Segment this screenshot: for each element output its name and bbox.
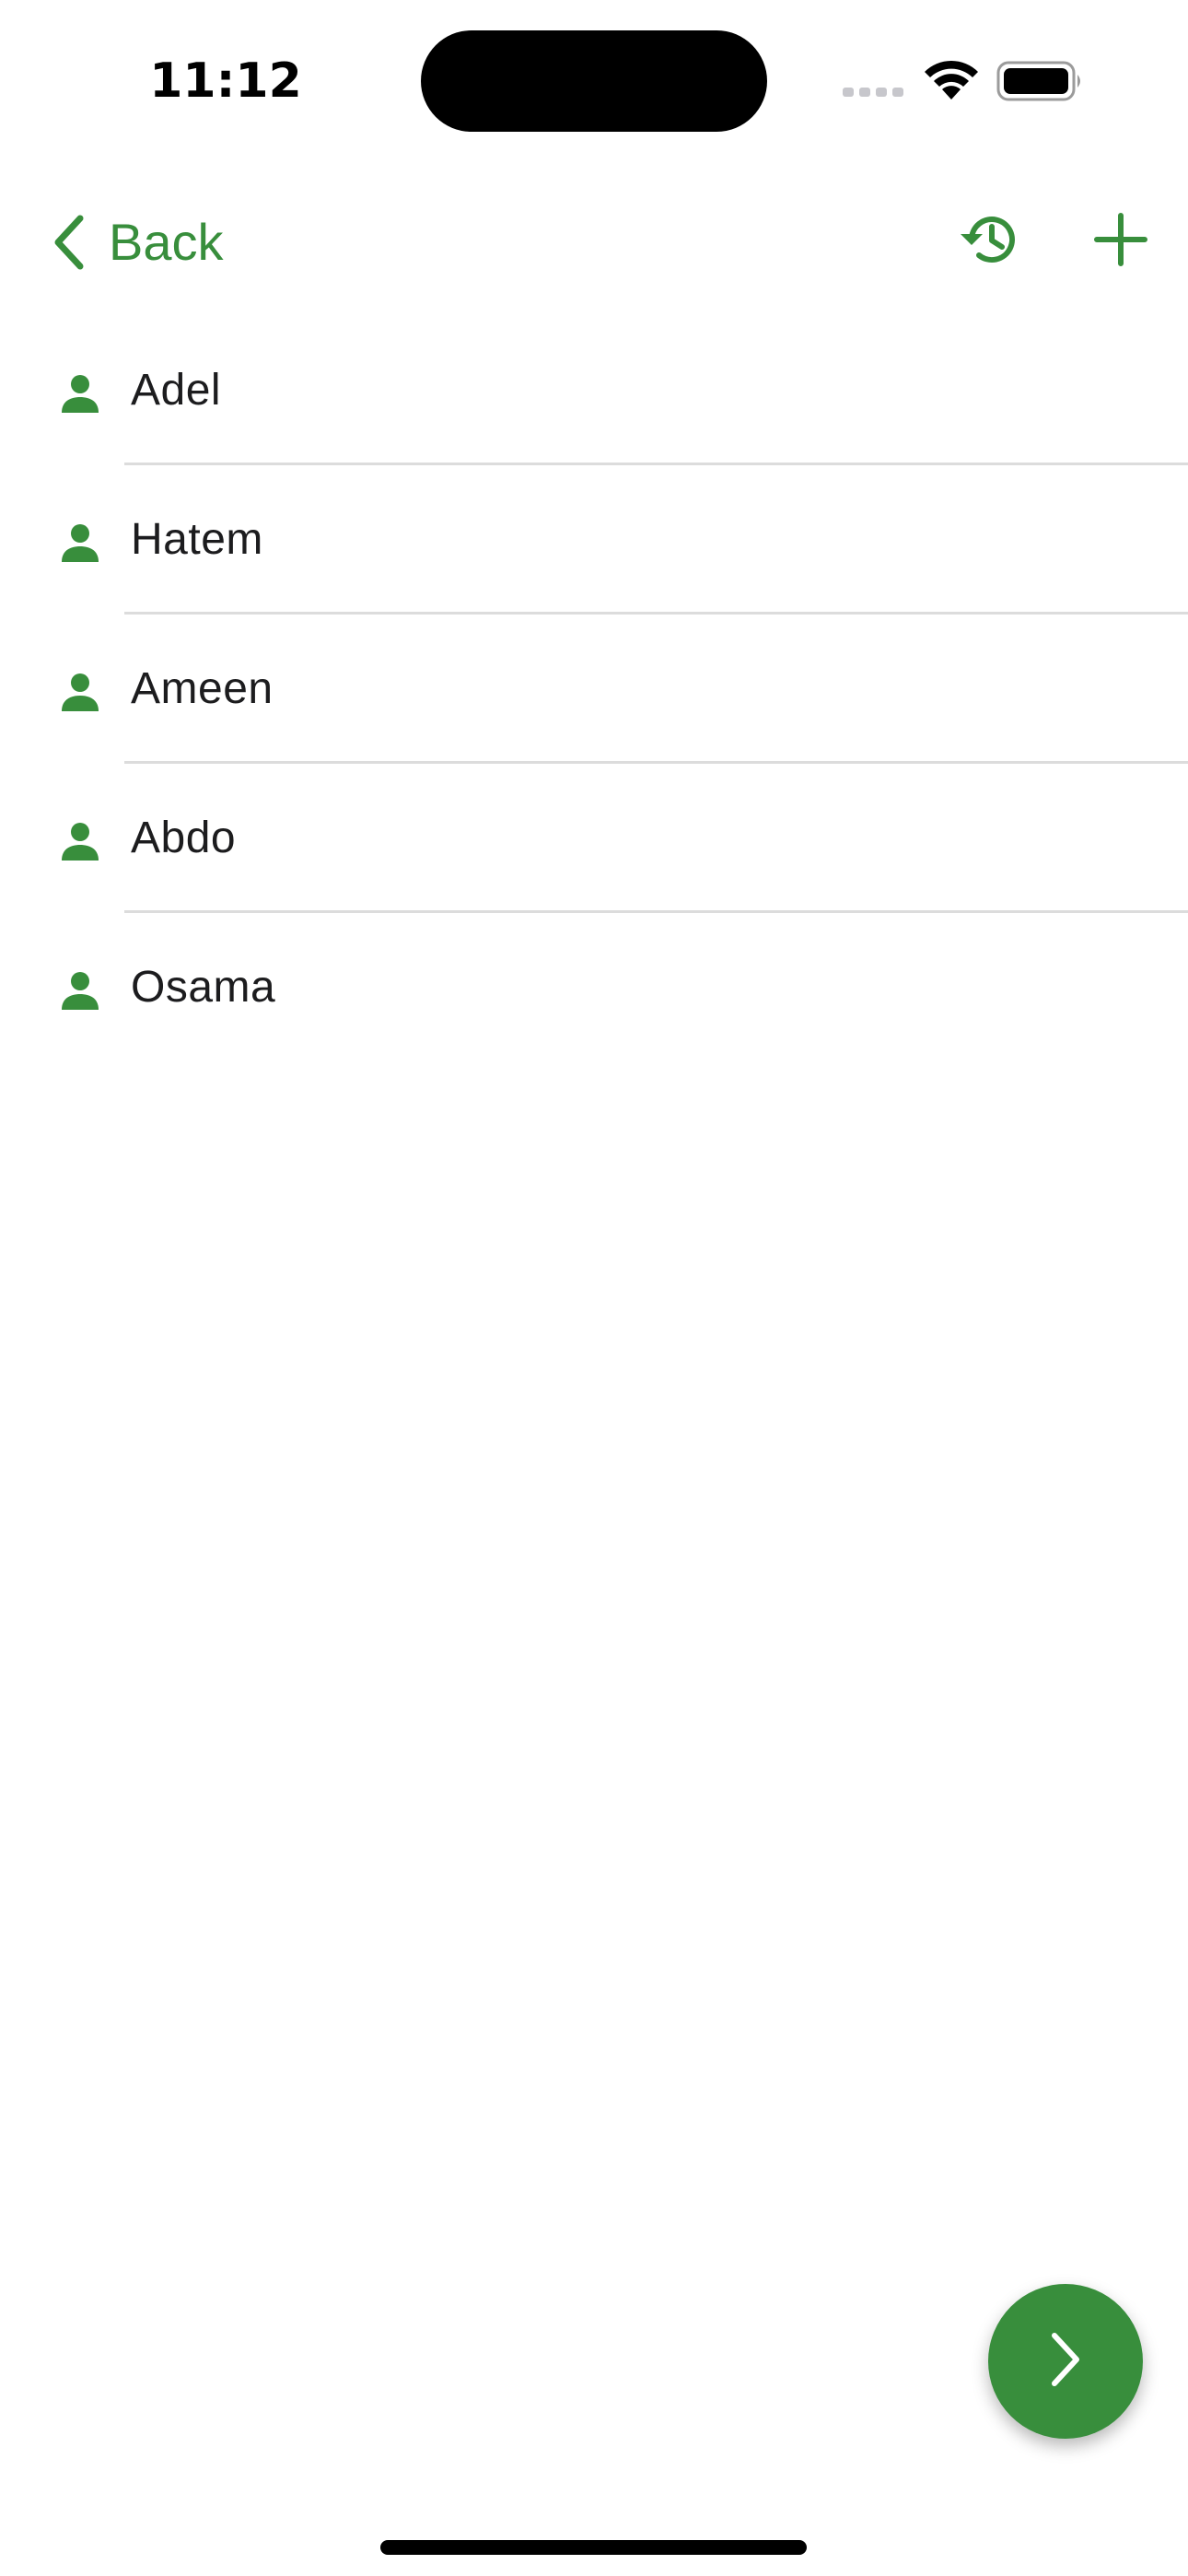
person-name: Osama (131, 963, 276, 1012)
navigation-bar: Back (0, 189, 1188, 295)
cellular-signal-icon (843, 85, 907, 104)
dynamic-island (421, 30, 767, 132)
wifi-icon (921, 57, 982, 106)
list-item[interactable]: Osama (0, 913, 1188, 1062)
next-fab-button[interactable] (988, 2284, 1143, 2439)
chevron-right-icon (1043, 2330, 1088, 2394)
plus-icon (1093, 212, 1148, 272)
person-name: Hatem (131, 515, 263, 564)
back-label: Back (109, 213, 224, 271)
person-name: Ameen (131, 664, 274, 713)
person-icon (57, 370, 103, 416)
status-time: 11:12 (149, 53, 302, 109)
person-icon (57, 818, 103, 864)
person-name: Abdo (131, 814, 237, 862)
list-item[interactable]: Ameen (0, 615, 1188, 764)
status-bar: 11:12 (0, 0, 1188, 161)
chevron-left-icon (46, 210, 92, 275)
list-item[interactable]: Adel (0, 316, 1188, 465)
person-name: Adel (131, 366, 222, 415)
history-icon (957, 206, 1023, 277)
home-indicator[interactable] (380, 2540, 807, 2555)
back-button[interactable]: Back (46, 189, 224, 295)
history-button[interactable] (949, 200, 1031, 283)
person-list: Adel Hatem Ameen Abdo Osama (0, 316, 1188, 1062)
add-button[interactable] (1079, 200, 1162, 283)
person-icon (57, 520, 103, 566)
list-item[interactable]: Hatem (0, 465, 1188, 615)
person-icon (57, 967, 103, 1013)
person-icon (57, 669, 103, 715)
battery-icon (996, 61, 1085, 106)
list-item[interactable]: Abdo (0, 764, 1188, 913)
